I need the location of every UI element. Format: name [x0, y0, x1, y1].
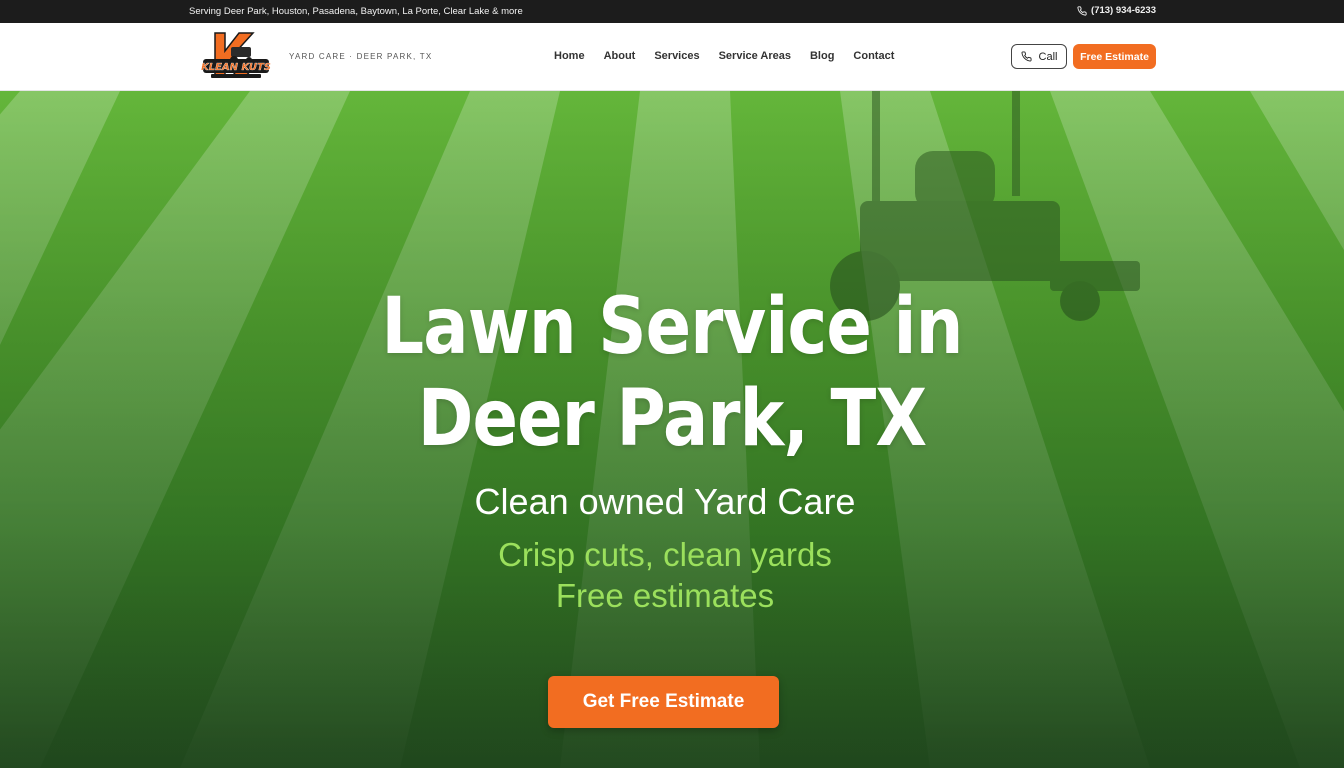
call-button-label: Call: [1038, 50, 1058, 63]
header-tagline: YARD CARE · DEER PARK, TX: [289, 52, 433, 61]
hero-section: Lawn Service in Deer Park, TX Clean owne…: [0, 91, 1344, 768]
hero-title: Lawn Service in Deer Park, TX: [94, 281, 1250, 465]
hero-title-line1: Lawn Service in: [381, 282, 963, 372]
topbar-phone-link[interactable]: (713) 934-6233: [1077, 5, 1156, 16]
main-nav: Home About Services Service Areas Blog C…: [554, 50, 894, 62]
nav-home[interactable]: Home: [554, 50, 585, 62]
nav-service-areas[interactable]: Service Areas: [719, 50, 791, 62]
nav-about[interactable]: About: [604, 50, 636, 62]
hero-tagline-line2: Free estimates: [555, 577, 775, 614]
phone-icon: [1077, 5, 1087, 16]
phone-icon: [1021, 51, 1032, 62]
free-estimate-button[interactable]: Free Estimate: [1073, 44, 1156, 69]
service-areas-text: Serving Deer Park, Houston, Pasadena, Ba…: [189, 6, 523, 17]
site-header: KLEAN KUTS YARD CARE · DEER PARK, TX Hom…: [0, 23, 1344, 91]
hero-tagline-line1: Crisp cuts, clean yards: [498, 536, 832, 573]
topbar-phone-number: (713) 934-6233: [1091, 5, 1156, 16]
call-button[interactable]: Call: [1011, 44, 1067, 69]
get-free-estimate-button[interactable]: Get Free Estimate: [548, 676, 779, 728]
top-info-bar: Serving Deer Park, Houston, Pasadena, Ba…: [0, 0, 1344, 23]
hero-tagline: Crisp cuts, clean yards Free estimates: [0, 534, 1330, 616]
nav-contact[interactable]: Contact: [853, 50, 894, 62]
klean-kuts-logo[interactable]: KLEAN KUTS: [201, 29, 271, 85]
logo-wordmark: KLEAN KUTS: [201, 62, 271, 73]
nav-services[interactable]: Services: [654, 50, 699, 62]
hero-subtitle: Clean owned Yard Care: [474, 481, 856, 522]
hero-title-line2: Deer Park, TX: [417, 374, 927, 464]
nav-blog[interactable]: Blog: [810, 50, 834, 62]
